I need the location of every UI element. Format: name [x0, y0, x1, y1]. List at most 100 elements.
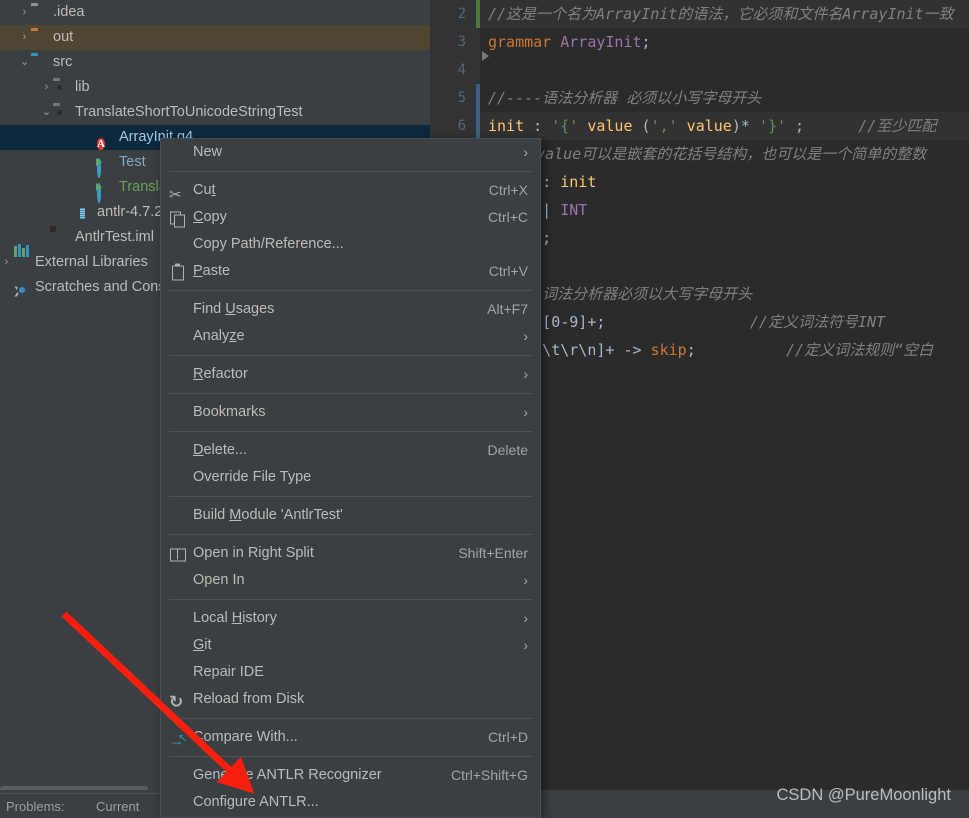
tree-item-lib[interactable]: › lib	[0, 75, 430, 100]
menu-separator	[169, 599, 532, 600]
tree-twisty-icon[interactable]: ›	[18, 25, 31, 50]
code-token: '{'	[551, 117, 579, 135]
menu-item-generate-antlr-recognizer[interactable]: Generate ANTLR Recognizer Ctrl+Shift+G	[161, 762, 540, 789]
menu-item-label: New	[193, 144, 223, 160]
menu-item-open-in-right-split[interactable]: Open in Right Split Shift+Enter	[161, 540, 540, 567]
line-number: 5	[457, 90, 466, 106]
line-number: 3	[457, 34, 466, 50]
chevron-right-icon: ›	[523, 144, 528, 160]
menu-item-shortcut: Ctrl+C	[487, 209, 528, 225]
code-token: )*	[731, 117, 759, 135]
menu-separator	[169, 355, 532, 356]
menu-item-analyze[interactable]: Analyze ›	[161, 323, 540, 350]
chevron-right-icon: ›	[523, 572, 528, 588]
tree-item-label: out	[53, 29, 74, 45]
menu-item-label: Generate ANTLR Recognizer	[193, 767, 382, 783]
menu-item-local-history[interactable]: Local History ›	[161, 605, 540, 632]
menu-separator	[169, 756, 532, 757]
code-line[interactable]: //----语法分析器 必须以小写字母开头	[488, 84, 761, 112]
code-token: value	[677, 117, 732, 135]
menu-item-label: Paste	[193, 263, 231, 279]
ide-window: › .idea › out ⌄ src › lib ⌄ TranslateShortToUnico…	[0, 0, 969, 818]
tree-item--idea[interactable]: › .idea	[0, 0, 430, 25]
menu-item-copy[interactable]: Copy Ctrl+C	[161, 204, 540, 231]
reload-icon	[169, 688, 186, 715]
code-token: ','	[650, 117, 678, 135]
menu-item-label: Repair IDE	[193, 664, 264, 680]
code-token: init	[488, 117, 534, 135]
menu-separator	[169, 171, 532, 172]
paste-icon	[169, 263, 186, 280]
menu-item-label: Find Usages	[193, 301, 275, 317]
menu-item-repair-ide[interactable]: Repair IDE	[161, 659, 540, 686]
menu-item-copy-path-reference[interactable]: Copy Path/Reference...	[161, 231, 540, 258]
tree-twisty-icon[interactable]: ›	[18, 0, 31, 25]
chevron-right-icon: ›	[523, 404, 528, 420]
menu-item-compare-with[interactable]: Compare With... Ctrl+D	[161, 724, 540, 754]
tree-twisty-icon[interactable]: ⌄	[40, 100, 53, 125]
code-line[interactable]: INT : [0-9]+; //定义词法符号INT	[488, 308, 885, 336]
jar-icon	[75, 205, 92, 221]
menu-item-git[interactable]: Git ›	[161, 632, 540, 659]
libraries-icon	[13, 243, 30, 271]
tree-item-label: TranslateShortToUnicodeStringTest	[75, 104, 303, 120]
source-folder-icon	[53, 105, 70, 121]
tree-item-src[interactable]: ⌄ src	[0, 50, 430, 75]
tree-twisty-icon[interactable]: ⌄	[18, 50, 31, 75]
code-token: //----语法分析器 必须以小写字母开头	[488, 89, 762, 107]
menu-item-open-in[interactable]: Open In ›	[161, 567, 540, 594]
cut-icon	[169, 181, 186, 208]
source-folder-icon	[53, 80, 70, 96]
menu-item-label: Configure ANTLR...	[193, 794, 319, 810]
menu-item-paste[interactable]: Paste Ctrl+V	[161, 258, 540, 285]
menu-item-cut[interactable]: Cut Ctrl+X	[161, 177, 540, 208]
code-line[interactable]: init : '{' value (',' value)* '}' ; //至少…	[480, 112, 969, 140]
menu-item-configure-antlr[interactable]: Configure ANTLR...	[161, 789, 540, 816]
tree-item-label: Test	[119, 154, 146, 170]
tree-horizontal-scrollbar[interactable]	[0, 786, 148, 790]
line-number: 2	[457, 6, 466, 22]
menu-item-delete[interactable]: Delete... Delete	[161, 437, 540, 464]
status-problems-label: Problems:	[6, 799, 65, 814]
context-menu[interactable]: New › Cut Ctrl+X Copy Ctrl+C Copy Path/Referen…	[160, 138, 541, 818]
menu-item-shortcut: Ctrl+V	[488, 263, 528, 279]
menu-item-refactor[interactable]: Refactor ›	[161, 361, 540, 388]
code-token: init	[560, 173, 597, 191]
menu-item-label: Override File Type	[193, 469, 312, 485]
menu-item-new[interactable]: New ›	[161, 139, 540, 166]
tree-item-label: src	[53, 54, 73, 70]
line-number: 6	[457, 118, 466, 134]
code-token: //定义词法符号INT	[605, 313, 886, 331]
code-token: //一个value可以是嵌套的花括号结构，也可以是一个简单的整数	[488, 145, 927, 163]
chevron-right-icon: ›	[523, 366, 528, 382]
tree-item-label: .idea	[53, 4, 85, 20]
menu-item-build-module-antlrtest[interactable]: Build Module 'AntlrTest'	[161, 502, 540, 529]
code-token: //至少匹配	[858, 117, 937, 135]
menu-separator	[169, 393, 532, 394]
menu-item-shortcut: Ctrl+Shift+G	[450, 767, 528, 783]
folder-blue-icon	[31, 55, 48, 71]
tree-item-translateshorttounicodestringtest[interactable]: ⌄ TranslateShortToUnicodeStringTest	[0, 100, 430, 125]
code-line[interactable]: grammar ArrayInit;	[488, 28, 651, 56]
code-line[interactable]: //这是一个名为ArrayInit的语法，它必须和文件名ArrayInit一致	[480, 0, 969, 28]
copy-icon	[169, 209, 186, 227]
menu-item-label: Git	[193, 637, 212, 653]
menu-item-find-usages[interactable]: Find Usages Alt+F7	[161, 296, 540, 323]
menu-item-label: Compare With...	[193, 729, 298, 745]
menu-item-label: Bookmarks	[193, 404, 266, 420]
code-line[interactable]: WS : [\t\r\n]+ -> skip; //定义词法规则“空白	[488, 336, 933, 364]
tree-item-out[interactable]: › out	[0, 25, 430, 50]
menu-separator	[169, 534, 532, 535]
menu-item-bookmarks[interactable]: Bookmarks ›	[161, 399, 540, 426]
tree-twisty-icon[interactable]: ›	[0, 250, 13, 275]
menu-separator	[169, 290, 532, 291]
scratches-icon	[13, 280, 30, 296]
code-token: grammar	[488, 33, 561, 51]
menu-item-reload-from-disk[interactable]: Reload from Disk	[161, 686, 540, 715]
code-line[interactable]: //一个value可以是嵌套的花括号结构，也可以是一个简单的整数	[488, 140, 926, 168]
tree-twisty-icon[interactable]: ›	[40, 75, 53, 100]
code-token: //这是一个名为ArrayInit的语法，它必须和文件名ArrayInit一致	[488, 5, 954, 23]
code-token: ArrayInit	[560, 33, 642, 51]
compare-icon	[169, 725, 187, 754]
menu-item-override-file-type[interactable]: Override File Type	[161, 464, 540, 491]
